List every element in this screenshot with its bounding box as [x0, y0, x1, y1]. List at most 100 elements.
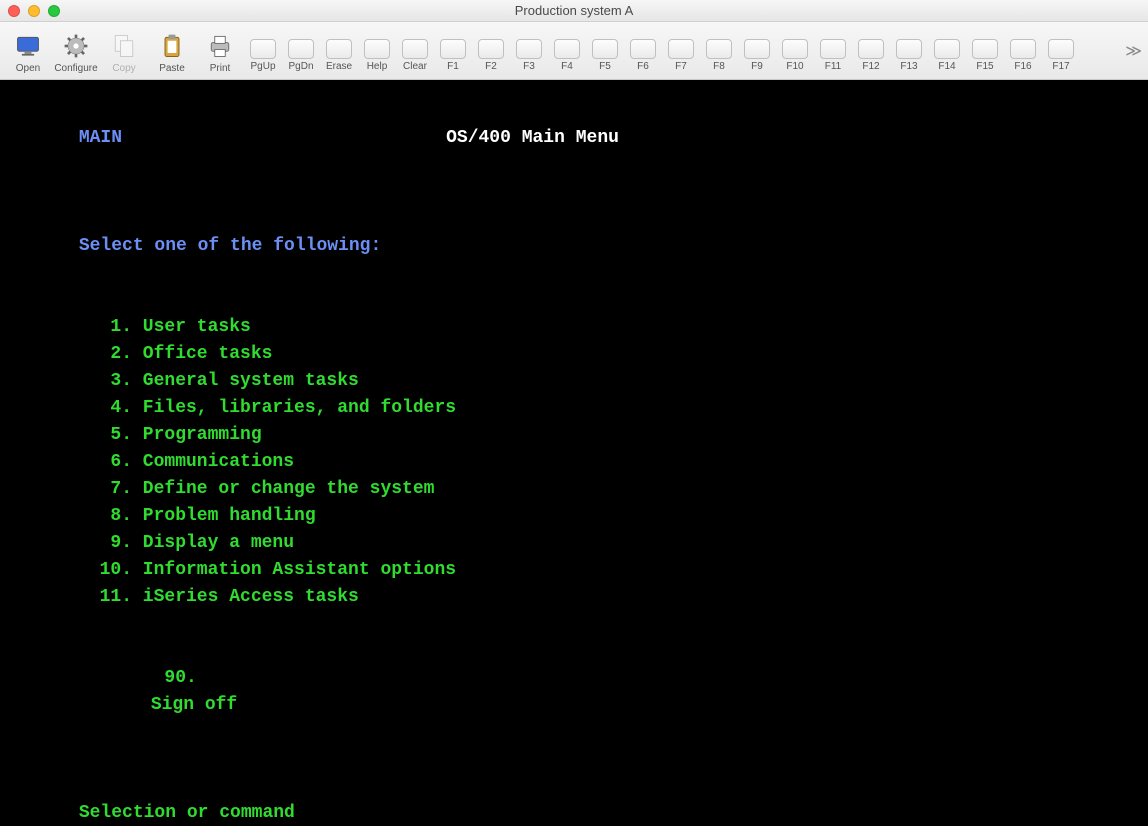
toolbar-erase-button[interactable]: Erase	[320, 30, 358, 72]
menu-item-number: 11.	[86, 584, 132, 611]
toolbar-button-label: Copy	[112, 63, 135, 74]
toolbar-paste-button[interactable]: Paste	[148, 27, 196, 74]
toolbar-configure-button[interactable]: Configure	[52, 27, 100, 74]
toolbar-button-label: Erase	[326, 61, 352, 72]
toolbar-f8-button[interactable]: F8	[700, 30, 738, 72]
toolbar-button-label: Open	[16, 63, 40, 74]
key-icon	[440, 39, 466, 59]
toolbar-f15-button[interactable]: F15	[966, 30, 1004, 72]
screen-title: OS/400 Main Menu	[446, 128, 619, 148]
toolbar-f1-button[interactable]: F1	[434, 30, 472, 72]
menu-item: 3. General system tasks	[14, 368, 1134, 395]
key-icon	[402, 39, 428, 59]
toolbar-button-label: F11	[825, 61, 842, 72]
toolbar-button-label: F4	[561, 61, 573, 72]
menu-list: 1. User tasks2. Office tasks3. General s…	[14, 314, 1134, 611]
toolbar-button-label: F6	[637, 61, 649, 72]
menu-item: 4. Files, libraries, and folders	[14, 395, 1134, 422]
key-icon	[364, 39, 390, 59]
toolbar-button-label: F14	[938, 61, 955, 72]
toolbar-f11-button[interactable]: F11	[814, 30, 852, 72]
screen-id: MAIN	[79, 128, 122, 148]
terminal-screen[interactable]: MAIN OS/400 Main Menu Select one of the …	[0, 80, 1148, 826]
key-icon	[1048, 39, 1074, 59]
toolbar-f17-button[interactable]: F17	[1042, 30, 1080, 72]
toolbar-f10-button[interactable]: F10	[776, 30, 814, 72]
toolbar-print-button[interactable]: Print	[196, 27, 244, 74]
menu-item-label: Files, libraries, and folders	[132, 398, 456, 418]
menu-item-number: 10.	[86, 557, 132, 584]
screen-prompt: Select one of the following:	[79, 236, 381, 256]
menu-item: 8. Problem handling	[14, 503, 1134, 530]
menu-item-label: User tasks	[132, 317, 251, 337]
menu-item-number: 6.	[86, 449, 132, 476]
toolbar-clear-button[interactable]: Clear	[396, 30, 434, 72]
toolbar-button-label: F13	[900, 61, 917, 72]
menu-item-number: 8.	[86, 503, 132, 530]
toolbar-help-button[interactable]: Help	[358, 30, 396, 72]
toolbar-f16-button[interactable]: F16	[1004, 30, 1042, 72]
menu-item: 6. Communications	[14, 449, 1134, 476]
key-icon	[250, 39, 276, 59]
menu-item-signoff: 90. Sign off	[14, 638, 1134, 746]
toolbar-button-label: F1	[447, 61, 459, 72]
toolbar-button-label: F7	[675, 61, 687, 72]
key-icon	[706, 39, 732, 59]
gear-icon	[61, 31, 91, 61]
menu-item: 7. Define or change the system	[14, 476, 1134, 503]
menu-item-label: Sign off	[151, 695, 237, 715]
toolbar-button-label: PgDn	[288, 61, 313, 72]
toolbar-button-label: Help	[367, 61, 388, 72]
toolbar: Open Configure Copy Paste Print PgUp PgDn Erase…	[0, 22, 1148, 80]
toolbar-f9-button[interactable]: F9	[738, 30, 776, 72]
key-icon	[630, 39, 656, 59]
toolbar-f3-button[interactable]: F3	[510, 30, 548, 72]
toolbar-button-label: F17	[1052, 61, 1069, 72]
toolbar-open-button[interactable]: Open	[4, 27, 52, 74]
key-icon	[288, 39, 314, 59]
menu-item-number: 3.	[86, 368, 132, 395]
toolbar-f14-button[interactable]: F14	[928, 30, 966, 72]
toolbar-pgdn-button[interactable]: PgDn	[282, 30, 320, 72]
toolbar-copy-button: Copy	[100, 27, 148, 74]
menu-item: 11. iSeries Access tasks	[14, 584, 1134, 611]
menu-item-number: 4.	[86, 395, 132, 422]
key-icon	[744, 39, 770, 59]
toolbar-f7-button[interactable]: F7	[662, 30, 700, 72]
key-icon	[326, 39, 352, 59]
key-icon	[782, 39, 808, 59]
key-icon	[934, 39, 960, 59]
menu-item: 1. User tasks	[14, 314, 1134, 341]
toolbar-f5-button[interactable]: F5	[586, 30, 624, 72]
toolbar-f4-button[interactable]: F4	[548, 30, 586, 72]
menu-item-label: Problem handling	[132, 506, 316, 526]
toolbar-button-label: F15	[976, 61, 993, 72]
key-icon	[858, 39, 884, 59]
toolbar-button-label: Clear	[403, 61, 427, 72]
menu-item: 5. Programming	[14, 422, 1134, 449]
toolbar-f13-button[interactable]: F13	[890, 30, 928, 72]
menu-item-label: Information Assistant options	[132, 560, 456, 580]
toolbar-f12-button[interactable]: F12	[852, 30, 890, 72]
key-icon	[516, 39, 542, 59]
menu-item-label: Communications	[132, 452, 294, 472]
menu-item: 10. Information Assistant options	[14, 557, 1134, 584]
toolbar-f2-button[interactable]: F2	[472, 30, 510, 72]
toolbar-f6-button[interactable]: F6	[624, 30, 662, 72]
menu-item-number: 7.	[86, 476, 132, 503]
key-icon	[554, 39, 580, 59]
menu-item-number: 5.	[86, 422, 132, 449]
key-icon	[592, 39, 618, 59]
toolbar-button-label: F8	[713, 61, 725, 72]
toolbar-pgup-button[interactable]: PgUp	[244, 30, 282, 72]
paste-icon	[157, 31, 187, 61]
menu-item-number: 1.	[86, 314, 132, 341]
toolbar-button-label: Print	[210, 63, 231, 74]
menu-item: 2. Office tasks	[14, 341, 1134, 368]
toolbar-button-label: F16	[1014, 61, 1031, 72]
toolbar-button-label: F3	[523, 61, 535, 72]
toolbar-overflow-icon[interactable]: ≫	[1125, 22, 1142, 79]
menu-item: 9. Display a menu	[14, 530, 1134, 557]
toolbar-button-label: F9	[751, 61, 763, 72]
menu-item-label: General system tasks	[132, 371, 359, 391]
